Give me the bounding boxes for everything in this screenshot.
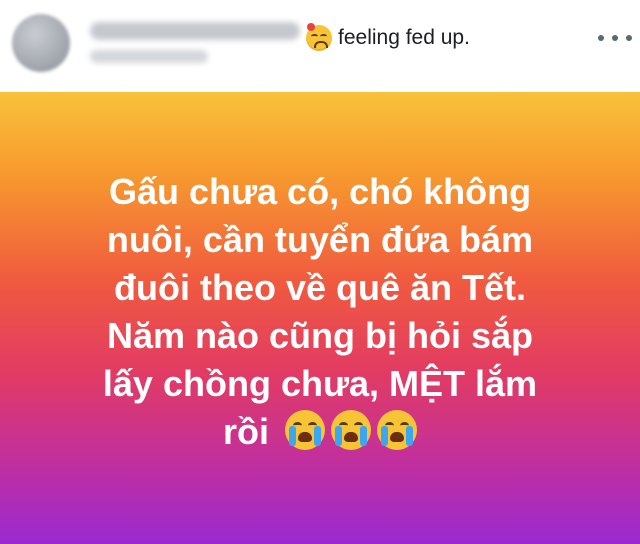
loudly-crying-face-icon [377, 410, 418, 450]
post-text-line: Gấu chưa có, chó không [108, 171, 532, 212]
more-dot-icon [626, 35, 632, 41]
avatar[interactable] [12, 14, 70, 72]
feeling-label: feeling fed up. [338, 26, 470, 49]
author-name-blurred[interactable] [90, 22, 300, 40]
post-background: Gấu chưa có, chó không nuôi, cần tuyển đ… [0, 92, 640, 544]
post-text-line: lấy chồng chưa, MỆT lắm [102, 363, 538, 404]
post-text: Gấu chưa có, chó không nuôi, cần tuyển đ… [40, 168, 600, 456]
post-header: feeling fed up. [0, 0, 640, 92]
loudly-crying-face-icon [285, 410, 326, 450]
more-options-button[interactable] [598, 26, 632, 50]
loudly-crying-face-icon [331, 410, 372, 450]
post-text-line: Năm nào cũng bị hỏi sắp [106, 315, 534, 356]
post-text-line: đuôi theo về quê ăn Tết. [113, 267, 527, 308]
post-timestamp-blurred[interactable] [90, 50, 208, 63]
tired-face-icon [306, 23, 332, 51]
post-text-last-word: rồi [222, 411, 269, 452]
more-dot-icon [598, 35, 604, 41]
more-dot-icon [612, 35, 618, 41]
post-text-line: nuôi, cần tuyển đứa bám [106, 219, 534, 260]
post-text-line-last: rồi [40, 408, 600, 456]
feeling-status: feeling fed up. [306, 23, 470, 52]
